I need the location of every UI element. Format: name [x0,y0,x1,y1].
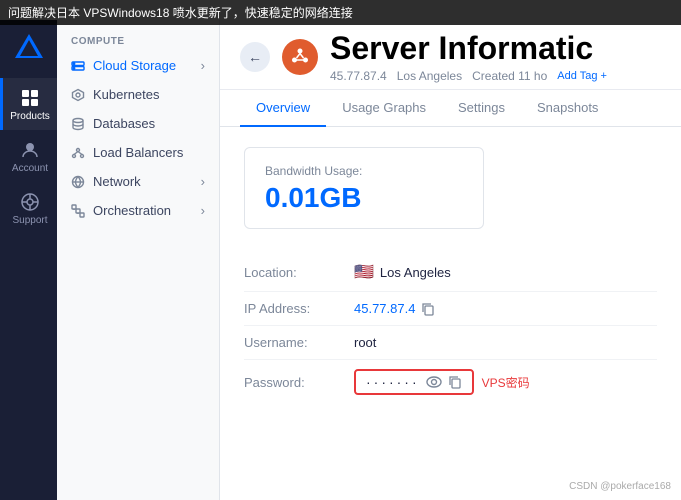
info-row-location: Location: 🇺🇸 Los Angeles [244,253,657,292]
vps-label: VPS密码 [482,374,530,391]
add-tag-button[interactable]: Add Tag + [557,70,607,82]
info-table: Location: 🇺🇸 Los Angeles IP Address: 45.… [244,253,657,404]
info-row-ip: IP Address: 45.77.87.4 [244,292,657,326]
tab-overview[interactable]: Overview [240,90,326,127]
sidebar-network-label: Network [93,174,141,189]
title-bar: 问题解决日本 VPSWindows18 喷水更新了，快速稳定的网络连接 [0,0,681,25]
logo [11,30,47,66]
sidebar: Compute Cloud Storage › Kubernetes [57,20,220,500]
toggle-password-button[interactable] [426,376,442,388]
info-row-username: Username: root [244,326,657,360]
ip-text: 45.77.87.4 [354,301,415,316]
location-text: Los Angeles [380,265,451,280]
username-label: Username: [244,335,354,350]
orchestration-chevron-icon: › [201,203,205,218]
server-header: ← Server Informatic [220,20,681,90]
copy-ip-button[interactable] [421,302,435,316]
server-info: Server Informatic 45.77.87.4 Los Angeles… [330,30,607,83]
sidebar-databases-label: Databases [93,116,155,131]
sidebar-item-account[interactable]: Account [0,130,57,182]
sidebar-load-balancers-label: Load Balancers [93,145,183,160]
back-button[interactable]: ← [240,42,270,72]
bandwidth-card: Bandwidth Usage: 0.01GB [244,147,484,229]
sidebar-item-load-balancers[interactable]: Load Balancers [57,138,219,167]
tab-usage-graphs[interactable]: Usage Graphs [326,90,442,127]
tab-settings[interactable]: Settings [442,90,521,127]
chevron-icon: › [201,58,205,73]
overview-content: Bandwidth Usage: 0.01GB Location: 🇺🇸 Los… [220,127,681,500]
nav-bar: Products Account [0,20,57,500]
username-value: root [354,335,376,350]
server-name: Server Informatic [330,30,607,67]
network-chevron-icon: › [201,174,205,189]
sidebar-item-products[interactable]: Products [0,78,57,130]
copy-password-button[interactable] [448,375,462,389]
sidebar-item-support[interactable]: Support [0,182,57,234]
ip-label: IP Address: [244,301,354,316]
main-content: ← Server Informatic [220,20,681,500]
server-os-icon [282,39,318,75]
location-label: Location: [244,265,354,280]
back-icon: ← [248,49,262,65]
bandwidth-label: Bandwidth Usage: [265,164,463,178]
nav-support-label: Support [12,215,47,226]
tabs-bar: Overview Usage Graphs Settings Snapshots [220,90,681,127]
password-dots: ······· [366,374,420,390]
nav-products-label: Products [10,111,49,122]
server-created: Created 11 ho [472,69,547,83]
server-location: Los Angeles [397,69,462,83]
sidebar-item-network[interactable]: Network › [57,167,219,196]
location-value: 🇺🇸 Los Angeles [354,262,451,282]
info-row-password: Password: ······· [244,360,657,404]
password-field-wrapper: ······· [354,369,474,395]
server-ip: 45.77.87.4 [330,69,387,83]
sidebar-cloud-storage-label: Cloud Storage [93,58,176,73]
sidebar-section-title: Compute [57,28,219,51]
sidebar-item-databases[interactable]: Databases [57,109,219,138]
title-bar-text: 问题解决日本 VPSWindows18 喷水更新了，快速稳定的网络连接 [8,6,353,20]
password-label: Password: [244,375,354,390]
nav-account-label: Account [12,163,48,174]
sidebar-item-cloud-storage[interactable]: Cloud Storage › [57,51,219,80]
username-text: root [354,335,376,350]
ip-value: 45.77.87.4 [354,301,435,316]
sidebar-item-orchestration[interactable]: Orchestration › [57,196,219,225]
bandwidth-value: 0.01GB [265,182,463,214]
tab-snapshots[interactable]: Snapshots [521,90,614,127]
us-flag-icon: 🇺🇸 [354,262,374,282]
sidebar-kubernetes-label: Kubernetes [93,87,160,102]
sidebar-item-kubernetes[interactable]: Kubernetes [57,80,219,109]
sidebar-orchestration-label: Orchestration [93,203,171,218]
